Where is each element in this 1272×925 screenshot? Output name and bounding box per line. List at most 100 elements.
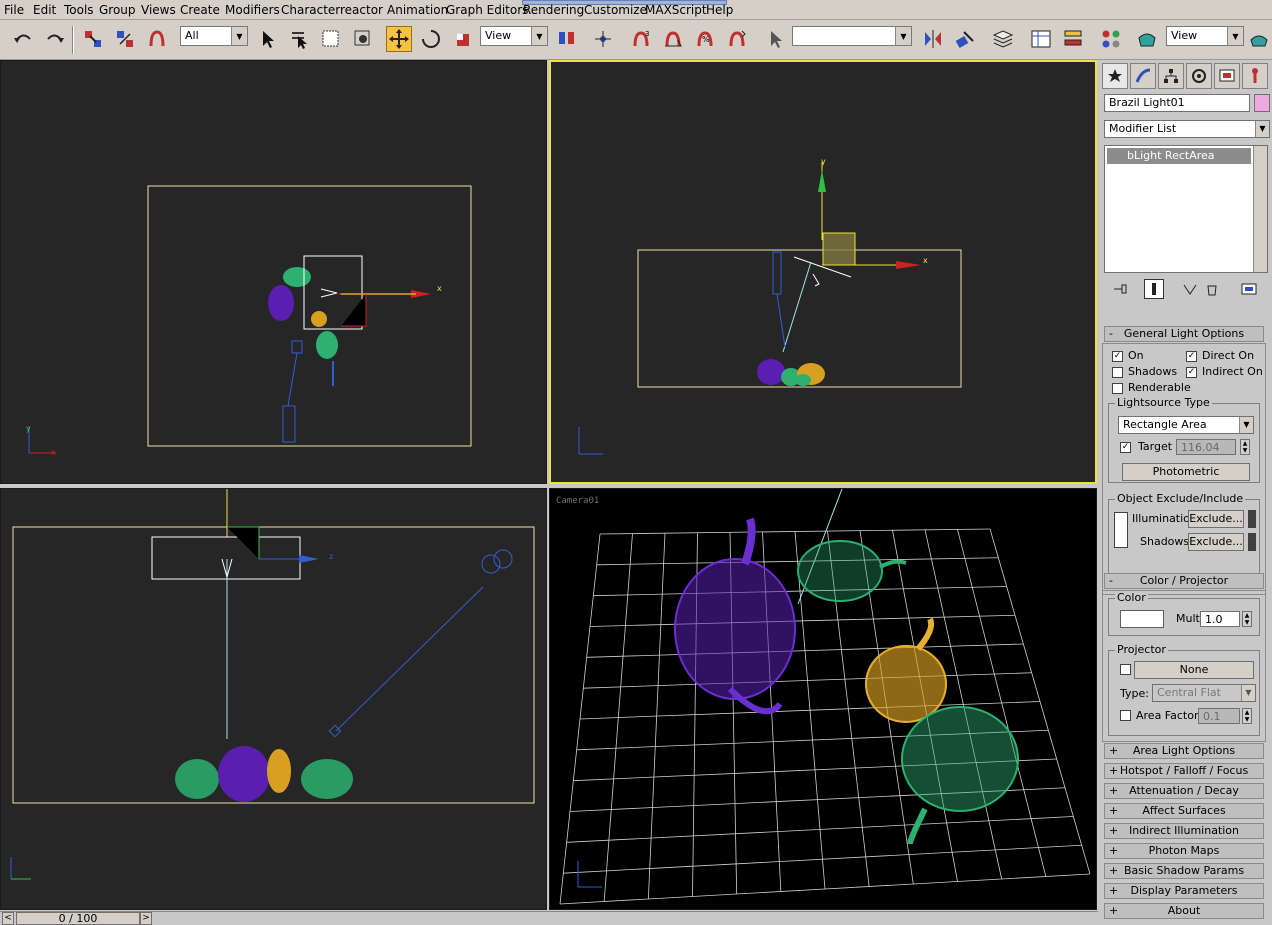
- reference-coordinate-dropdown[interactable]: View ▼: [480, 26, 548, 46]
- about-header[interactable]: + About: [1104, 903, 1264, 919]
- target-checkbox[interactable]: ✓: [1120, 442, 1131, 453]
- select-and-scale-icon[interactable]: [450, 26, 476, 52]
- create-tab-icon[interactable]: [1102, 63, 1128, 89]
- material-editor-icon[interactable]: [1098, 26, 1124, 52]
- modify-tab-icon[interactable]: [1130, 63, 1156, 89]
- quick-render-icon[interactable]: [1246, 26, 1272, 52]
- basic-shadow-params-header[interactable]: + Basic Shadow Params: [1104, 863, 1264, 879]
- shadows-exclude-button[interactable]: Exclude...: [1188, 533, 1244, 551]
- angle-snap-icon[interactable]: [660, 26, 686, 52]
- stack-scrollbar[interactable]: [1253, 146, 1267, 272]
- select-by-name-icon[interactable]: [286, 26, 312, 52]
- menu-modifiers[interactable]: Modifiers: [225, 3, 280, 17]
- menu-animation[interactable]: Animation: [387, 3, 448, 17]
- lightsource-type-dropdown[interactable]: Rectangle Area ▼: [1118, 416, 1254, 434]
- percent-snap-icon[interactable]: %: [692, 26, 718, 52]
- bind-to-space-warp-icon[interactable]: [144, 26, 170, 52]
- align-icon[interactable]: [952, 26, 978, 52]
- menu-tools[interactable]: Tools: [64, 3, 94, 17]
- display-tab-icon[interactable]: [1214, 63, 1240, 89]
- menu-file[interactable]: File: [4, 3, 24, 17]
- menu-group[interactable]: Group: [99, 3, 136, 17]
- viewport-camera[interactable]: Camera01: [549, 488, 1097, 910]
- target-distance-field[interactable]: 116.04: [1176, 439, 1236, 455]
- hierarchy-tab-icon[interactable]: [1158, 63, 1184, 89]
- area-factor-spinner[interactable]: ▲ ▼: [1242, 708, 1252, 724]
- on-checkbox[interactable]: ✓: [1112, 351, 1123, 362]
- color-projector-header[interactable]: - Color / Projector: [1104, 573, 1264, 589]
- configure-modifier-sets-icon[interactable]: [1240, 282, 1258, 299]
- menu-help[interactable]: Help: [706, 3, 733, 17]
- next-frame-button[interactable]: >: [140, 912, 152, 925]
- time-slider-thumb[interactable]: 0 / 100: [16, 912, 140, 925]
- utilities-tab-icon[interactable]: [1242, 63, 1268, 89]
- make-unique-icon[interactable]: [1182, 282, 1198, 299]
- shadows-checkbox[interactable]: [1112, 367, 1123, 378]
- menu-customize[interactable]: Customize: [584, 3, 647, 17]
- named-selection-sets-dropdown[interactable]: ▼: [792, 26, 912, 46]
- target-distance-spinner[interactable]: ▲ ▼: [1240, 439, 1250, 455]
- schematic-view-icon[interactable]: [1060, 26, 1086, 52]
- select-and-rotate-icon[interactable]: [418, 26, 444, 52]
- indirect-on-checkbox[interactable]: ✓: [1186, 367, 1197, 378]
- photon-maps-header[interactable]: + Photon Maps: [1104, 843, 1264, 859]
- menu-reactor[interactable]: reactor: [340, 3, 383, 17]
- photometric-button[interactable]: Photometric: [1122, 463, 1250, 481]
- manipulate-icon[interactable]: [590, 26, 616, 52]
- select-and-link-icon[interactable]: [80, 26, 106, 52]
- layer-manager-icon[interactable]: [990, 26, 1016, 52]
- viewport-front[interactable]: y x: [549, 60, 1097, 484]
- menu-edit[interactable]: Edit: [33, 3, 56, 17]
- snap-toggle-icon[interactable]: 3: [628, 26, 654, 52]
- renderable-checkbox[interactable]: [1112, 383, 1123, 394]
- render-scene-icon[interactable]: [1134, 26, 1160, 52]
- area-factor-checkbox[interactable]: [1120, 710, 1131, 721]
- select-and-move-icon[interactable]: [386, 26, 412, 52]
- affect-surfaces-header[interactable]: + Affect Surfaces: [1104, 803, 1264, 819]
- motion-tab-icon[interactable]: [1186, 63, 1212, 89]
- area-light-options-header[interactable]: + Area Light Options: [1104, 743, 1264, 759]
- modifier-stack-item[interactable]: bLight RectArea: [1107, 148, 1251, 164]
- selection-filter-dropdown[interactable]: All ▼: [180, 26, 248, 46]
- projector-type-dropdown[interactable]: Central Flat ▼: [1152, 684, 1256, 702]
- render-type-dropdown[interactable]: View ▼: [1166, 26, 1244, 46]
- remove-modifier-icon[interactable]: [1204, 282, 1220, 299]
- redo-icon[interactable]: [42, 26, 68, 52]
- general-light-options-header[interactable]: - General Light Options: [1104, 326, 1264, 342]
- hotspot-falloff-header[interactable]: + Hotspot / Falloff / Focus: [1104, 763, 1264, 779]
- menu-maxscript[interactable]: MAXScript: [645, 3, 707, 17]
- area-factor-field[interactable]: 0.1: [1198, 708, 1240, 724]
- select-object-icon[interactable]: [254, 26, 280, 52]
- unlink-selection-icon[interactable]: [112, 26, 138, 52]
- menu-graph-editors[interactable]: Graph Editors: [446, 3, 528, 17]
- mult-spinner[interactable]: ▲ ▼: [1242, 611, 1252, 627]
- viewport-top[interactable]: x y x: [0, 60, 547, 484]
- viewport-left[interactable]: z: [0, 488, 547, 910]
- object-color-swatch[interactable]: [1254, 94, 1270, 112]
- indirect-illumination-header[interactable]: + Indirect Illumination: [1104, 823, 1264, 839]
- menu-views[interactable]: Views: [141, 3, 176, 17]
- use-pivot-point-icon[interactable]: [554, 26, 580, 52]
- menu-rendering[interactable]: Rendering: [523, 3, 584, 17]
- modifier-stack-list[interactable]: bLight RectArea: [1104, 145, 1268, 273]
- undo-icon[interactable]: [10, 26, 36, 52]
- projector-checkbox[interactable]: [1120, 664, 1131, 675]
- menu-character[interactable]: Character: [281, 3, 340, 17]
- direct-on-checkbox[interactable]: ✓: [1186, 351, 1197, 362]
- edit-named-selection-icon[interactable]: [762, 26, 788, 52]
- light-color-swatch[interactable]: [1120, 610, 1164, 628]
- pin-stack-icon[interactable]: [1112, 282, 1128, 299]
- object-name-field[interactable]: Brazil Light01: [1104, 94, 1250, 112]
- attenuation-decay-header[interactable]: + Attenuation / Decay: [1104, 783, 1264, 799]
- rectangular-selection-region-icon[interactable]: [318, 26, 344, 52]
- spinner-snap-icon[interactable]: [724, 26, 750, 52]
- projector-map-button[interactable]: None: [1134, 661, 1254, 679]
- curve-editor-icon[interactable]: [1028, 26, 1054, 52]
- prev-frame-button[interactable]: <: [2, 912, 14, 925]
- window-crossing-icon[interactable]: [350, 26, 376, 52]
- mirror-icon[interactable]: [920, 26, 946, 52]
- mult-field[interactable]: 1.0: [1200, 611, 1240, 627]
- menu-create[interactable]: Create: [180, 3, 220, 17]
- display-parameters-header[interactable]: + Display Parameters: [1104, 883, 1264, 899]
- show-end-result-icon[interactable]: [1144, 279, 1164, 299]
